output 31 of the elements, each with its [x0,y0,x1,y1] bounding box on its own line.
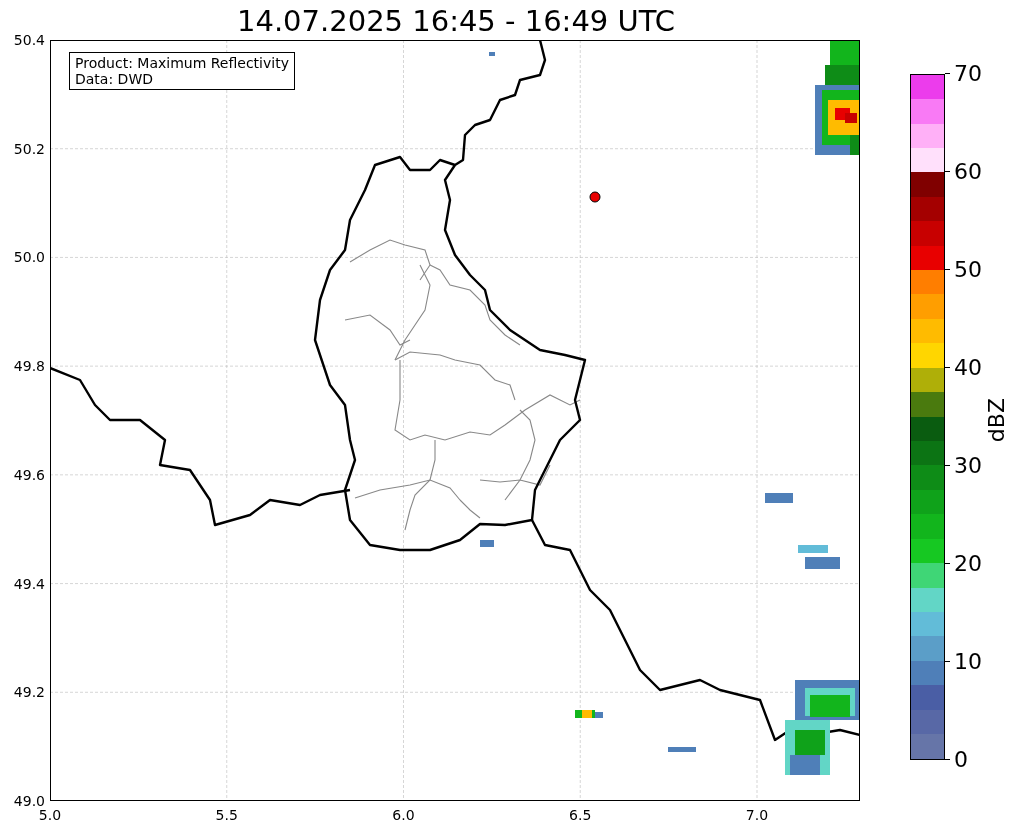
tick-label: 10 [954,648,982,675]
tick-label: 49.4 [13,575,45,592]
tick-label: 20 [954,550,982,577]
tick-label: 50.0 [13,249,45,266]
radar-echo [765,493,793,503]
radar-echo [489,52,495,56]
radar-echo [798,545,840,569]
tick-label: 7.0 [745,807,769,823]
tick-label: 6.0 [392,807,415,823]
tick-label: 49.6 [13,466,45,483]
tick-label: 5.0 [38,807,62,823]
radar-echo [575,710,603,718]
tick-label: 70 [954,60,982,87]
tick-label: 60 [954,158,982,185]
tick-label: 49.8 [13,358,45,375]
tick-label: 50.2 [13,140,45,157]
tick-label: 50.4 [13,32,45,48]
info-text: Product: Maximum Reflectivity [75,55,289,71]
colorbar-label: dBZ [984,398,1009,443]
tick-label: 30 [954,452,982,479]
radar-echo [668,747,696,752]
tick-label: 49.0 [13,793,45,809]
tick-label: 0 [954,746,968,773]
tick-label: 49.2 [13,684,45,701]
info-text: Data: DWD [75,71,154,87]
tick-label: 5.5 [215,807,238,823]
tick-label: 6.5 [569,807,592,823]
radar-echo [480,540,494,547]
tick-label: 40 [954,354,982,381]
location-marker [589,191,601,203]
tick-label: 50 [954,256,982,283]
